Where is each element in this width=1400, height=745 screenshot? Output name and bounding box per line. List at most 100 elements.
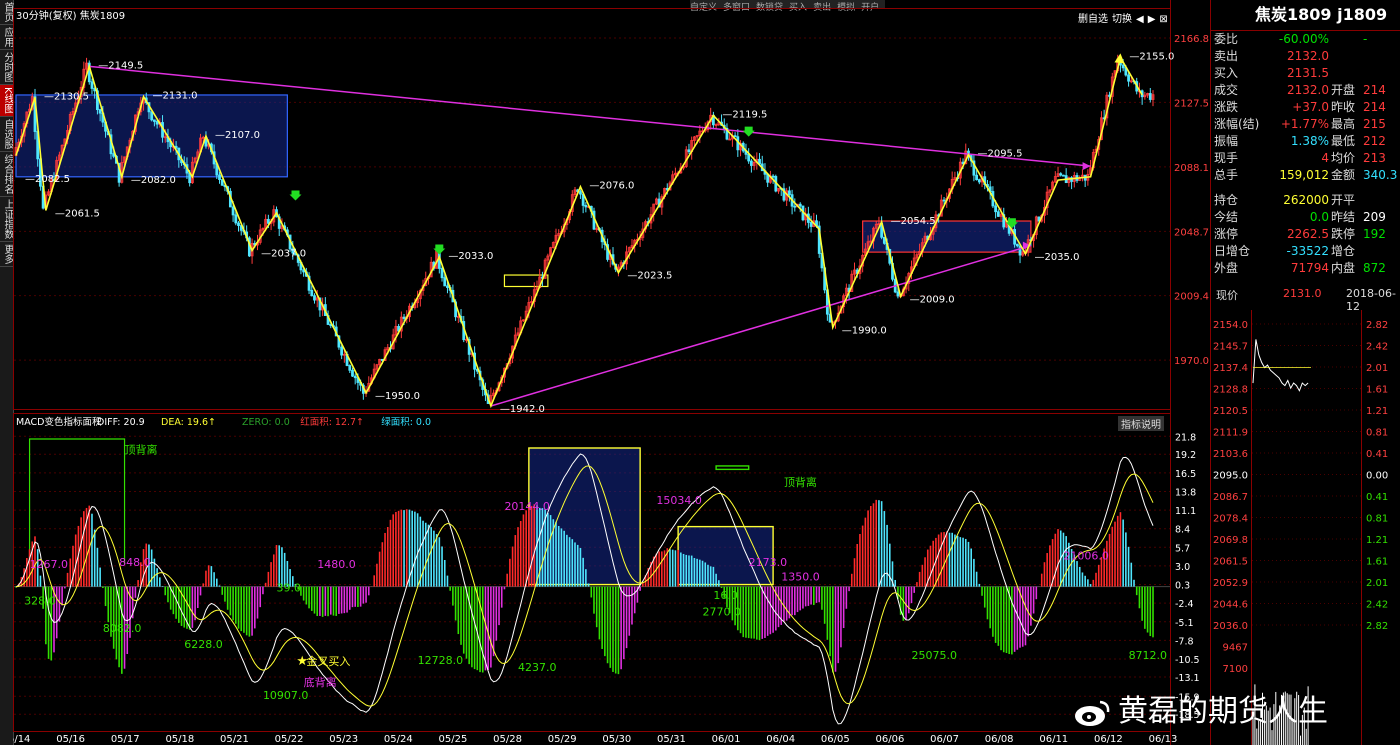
x-axis-tick-label: 05/24 [384,734,413,745]
candle-body [266,218,270,224]
candle-body [771,175,775,178]
macd-area-label: 328.0 [24,595,56,608]
quote-row: 涨停 2262.5 跌停 192 [1211,226,1400,243]
macd-y-tick: 5.7 [1175,543,1190,554]
macd-area-label: 2173.0 [749,556,788,569]
candle-body [98,109,102,114]
x-axis-tick-label: 05/23 [329,734,358,745]
mini-left-tick: 2052.9 [1213,578,1248,589]
sidebar-item-3[interactable]: K线图 [0,85,13,117]
quote-k2: 最低 [1331,134,1356,148]
quote-k2: 增仓 [1331,244,1356,258]
macd-area-label: 4237.0 [518,661,557,674]
extreme-label: —2054.5 [891,216,936,227]
sidebar-item-2[interactable]: 分时图 [0,50,13,85]
indicator-help-button[interactable]: 指标说明 [1118,416,1164,431]
macd-annotation: 底背离 [304,675,337,689]
candle-body [351,369,354,377]
trend-line-1 [490,244,1032,407]
mini-right-tick: 2.01 [1366,363,1388,374]
sidebar-item-0[interactable]: 首页 [0,0,13,25]
extreme-marker [833,327,841,328]
green-arrow-icon [433,244,446,255]
quote-row: 总手 159,012 金额 340.3 [1211,167,1400,184]
quote-row: 今结 0.0 昨结 209 [1211,209,1400,226]
control-0[interactable]: 删自选 [1078,14,1108,25]
extreme-label: —1950.0 [375,391,420,402]
quote-k2: 开平 [1331,193,1356,207]
price-label: 现价 [1216,289,1238,302]
quote-v2: 212 [1363,134,1386,148]
extreme-label: —2095.5 [977,149,1022,160]
candle-body [237,222,240,226]
candle-body [150,111,154,121]
quote-v2: 213 [1363,151,1386,165]
candle-body [313,295,316,301]
macd-area-label: 1350.0 [781,570,820,583]
quote-k1: 现手 [1214,151,1239,165]
macd-box-3 [715,465,750,471]
x-axis-tick-label: 05/25 [439,734,468,745]
candle-body [220,179,224,186]
macd-area-label: 21006.0 [1063,550,1109,563]
x-axis-tick-label: 06/01 [712,734,741,745]
quote-k2: 跌停 [1331,227,1356,241]
mini-left-tick: 2044.6 [1213,600,1248,611]
macd-area-label: 12728.0 [418,654,464,667]
quote-v2: - [1363,32,1368,46]
quote-v2: 214 [1363,83,1386,97]
extreme-label: —2061.5 [55,208,100,219]
sidebar-item-6[interactable]: 上证指数 [0,197,13,242]
x-axis-tick-label: 06/04 [766,734,795,745]
quote-k2: 开盘 [1331,83,1356,97]
quote-k2: 最高 [1331,117,1356,131]
quote-k1: 振幅 [1214,134,1239,148]
macd-area-label: 848.0 [119,556,151,569]
control-4[interactable]: ⊠ [1159,14,1167,25]
candle-body [749,160,753,166]
quote-v1: 1.38% [1290,134,1329,148]
control-2[interactable]: ◀ [1136,14,1144,25]
quote-k2: 均价 [1331,151,1356,165]
candle-body [440,268,444,279]
macd-area-label: 1480.0 [317,558,356,571]
macd-box-0 [28,438,126,564]
candle-body [1148,93,1152,100]
x-axis-tick-label: 05/14 [13,734,30,745]
extreme-label: —1942.0 [500,404,545,415]
contract-title: 焦炭1809 j1809 [1211,0,1400,31]
sidebar-item-5[interactable]: 综合排名 [0,152,13,197]
chart-controls: 删自选 切换 ◀ ▶ ⊠ [1078,10,1172,25]
watermark: 黄磊的期货人生 [1072,686,1328,730]
sidebar-item-7[interactable]: 更多 [0,242,13,267]
green-arrow-icon [289,190,302,201]
x-axis-tick-label: 06/11 [1039,734,1068,745]
candle-body [996,211,1000,217]
x-axis-tick-label: 05/22 [275,734,304,745]
extreme-label: —2082.5 [25,174,70,185]
watermark-text: 黄磊的期货人生 [1118,694,1328,729]
sidebar-item-4[interactable]: 自选股 [0,117,13,152]
candle-body [152,119,156,122]
mini-left-tick: 2061.5 [1213,557,1248,568]
quote-k1: 涨跌 [1214,100,1239,114]
candle-body [310,289,314,297]
candle-body [977,179,981,183]
extreme-label: —2107.0 [215,130,260,141]
control-1[interactable]: 切换 [1112,14,1132,25]
macd-y-tick: 19.2 [1175,450,1196,461]
quote-k1: 外盘 [1214,261,1239,275]
x-axis-tick-label: 05/30 [602,734,631,745]
control-3[interactable]: ▶ [1148,14,1156,25]
quote-v2: 872 [1363,261,1386,275]
quote-v1: -60.00% [1278,32,1329,46]
macd-y-tick: 16.5 [1175,469,1196,480]
macd-annotation: 顶背离 [784,475,817,489]
quote-k2: 昨收 [1331,100,1356,114]
quote-k1: 持仓 [1214,193,1239,207]
sidebar-item-1[interactable]: 应用 [0,25,13,50]
macd-y-tick: -13.1 [1175,673,1200,684]
mini-right-tick: 2.01 [1366,578,1388,589]
candle-body [975,174,979,181]
mini-price-line [1252,339,1309,392]
